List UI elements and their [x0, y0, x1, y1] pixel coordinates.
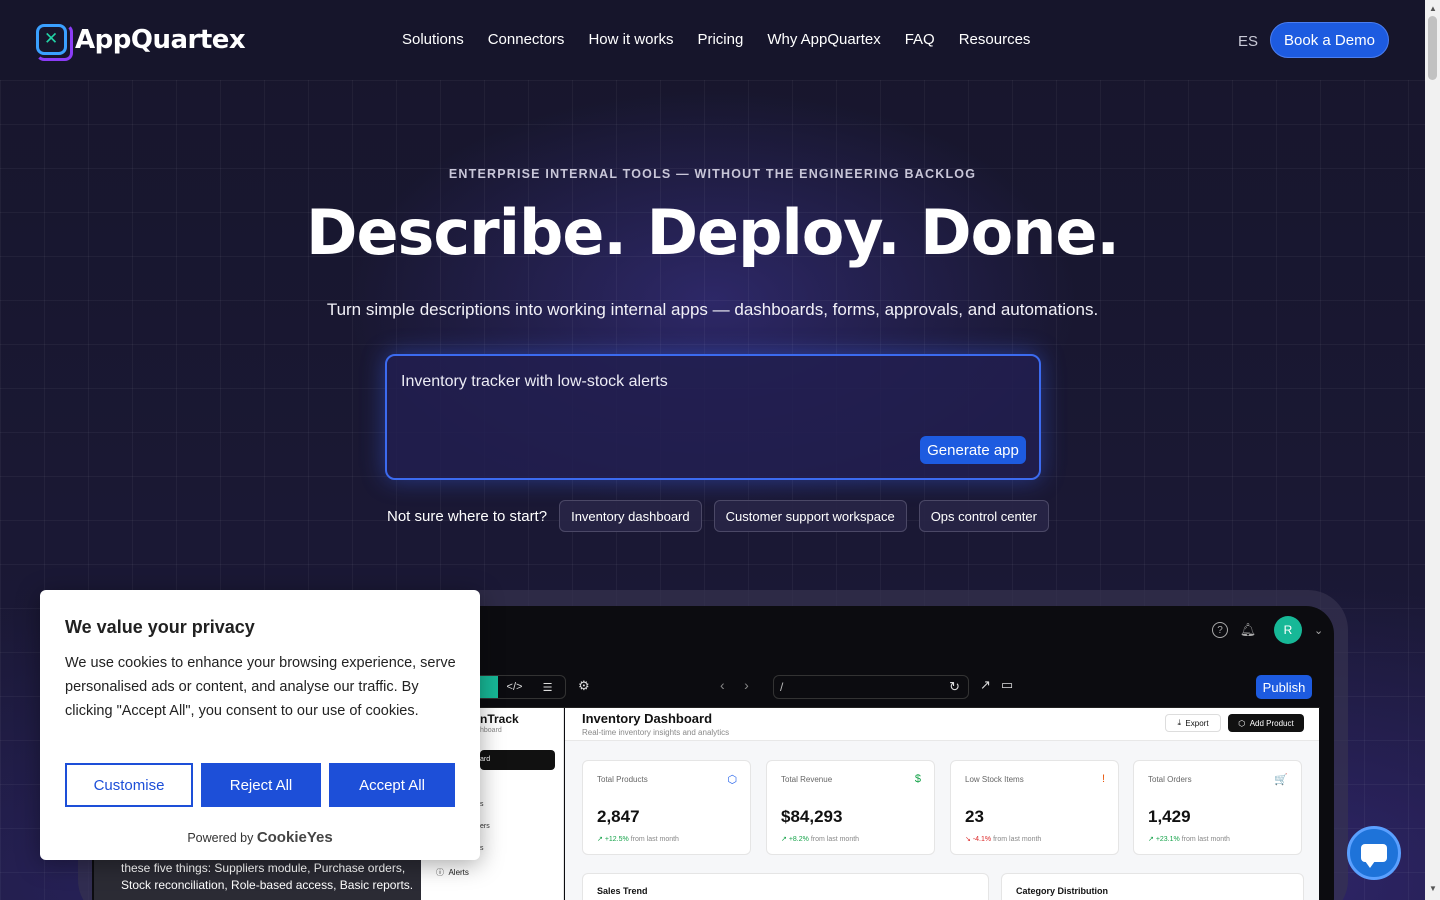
user-avatar[interactable]: R [1274, 616, 1302, 644]
reject-all-button[interactable]: Reject All [201, 763, 321, 807]
nav-link-pricing[interactable]: Pricing [697, 31, 743, 48]
publish-button[interactable]: Publish [1256, 675, 1312, 699]
stat-label: Total Orders [1148, 775, 1192, 784]
nav-link-solutions[interactable]: Solutions [402, 31, 464, 48]
code-icon[interactable]: </> [498, 681, 531, 693]
brand-logo[interactable]: ✕ AppQuartex [36, 24, 246, 61]
hero-headline: Describe. Deploy. Done. [306, 196, 1120, 269]
gear-icon[interactable]: ⚙ [578, 678, 590, 694]
category-distribution-panel: Category Distribution [1001, 873, 1304, 900]
prompt-text: Inventory tracker with low-stock alerts [401, 373, 668, 390]
nav-link-connectors[interactable]: Connectors [488, 31, 565, 48]
stat-value: $84,293 [781, 807, 843, 826]
logo-mark-icon: ✕ [36, 24, 73, 61]
refresh-icon[interactable]: ↻ [949, 679, 960, 695]
url-path: / [780, 680, 784, 694]
chip-ops-control[interactable]: Ops control center [918, 500, 1049, 532]
hero-subline: Turn simple descriptions into working in… [326, 300, 1099, 319]
customise-button[interactable]: Customise [65, 763, 193, 807]
stat-card[interactable]: Total Products ⬡ 2,847 ↗ +12.5% from las… [582, 760, 751, 855]
cookie-title: We value your privacy [65, 617, 255, 637]
stat-value: 23 [965, 807, 984, 826]
stat-delta: ↗ +23.1% from last month [1148, 836, 1230, 843]
panel-title: Sales Trend [597, 886, 648, 896]
nav-links: Solutions Connectors How it works Pricin… [402, 31, 1054, 48]
app-prompt-input[interactable]: Inventory tracker with low-stock alerts … [385, 354, 1041, 480]
book-demo-button[interactable]: Book a Demo [1270, 22, 1389, 58]
cookieyes-logo[interactable]: CookieYes [257, 829, 333, 846]
starters-label: Not sure where to start? [387, 507, 548, 525]
page-scrollbar[interactable]: ▲ ▼ [1425, 0, 1440, 900]
stat-value: 2,847 [597, 807, 640, 826]
top-navbar: ✕ AppQuartex Solutions Connectors How it… [0, 0, 1425, 80]
scroll-thumb[interactable] [1428, 16, 1437, 80]
dollar-icon: $ [914, 773, 921, 785]
add-product-button[interactable]: ⬡ Add Product [1228, 714, 1304, 732]
app-brand: nTrack [480, 712, 519, 726]
stat-delta: ↘ -4.1% from last month [965, 836, 1042, 843]
stat-delta: ↗ +8.2% from last month [781, 836, 860, 843]
builder-toolbar: </> ☰ ⚙ ‹ › / ↻ ↗▭ Publish [420, 668, 1320, 708]
url-bar[interactable]: / ↻ [773, 675, 969, 699]
cart-icon: 🛒 [1274, 774, 1288, 786]
box-icon: ⬡ [727, 774, 737, 786]
stat-card[interactable]: Total Revenue $ $84,293 ↗ +8.2% from las… [766, 760, 935, 855]
open-external-icons[interactable]: ↗▭ [980, 677, 1023, 693]
stat-label: Total Revenue [781, 775, 833, 784]
database-icon[interactable]: ☰ [531, 681, 564, 694]
stat-card[interactable]: Total Orders 🛒 1,429 ↗ +23.1% from last … [1133, 760, 1302, 855]
chat-icon [1361, 844, 1387, 868]
nav-link-why[interactable]: Why AppQuartex [767, 31, 880, 48]
sidebar-item-fragment[interactable]: ers [480, 823, 490, 830]
language-switch[interactable]: ES [1238, 33, 1258, 50]
bell-icon[interactable]: 🔔︎ [1240, 622, 1257, 638]
sidebar-item-fragment[interactable]: s [480, 845, 484, 852]
nav-link-resources[interactable]: Resources [959, 31, 1031, 48]
panel-title: Category Distribution [1016, 886, 1109, 896]
accept-all-button[interactable]: Accept All [329, 763, 455, 807]
dashboard-subtitle: Real-time inventory insights and analyti… [582, 728, 730, 737]
builder-chat-message: these five things: Suppliers module, Pur… [94, 860, 421, 900]
sidebar-item-dashboard[interactable]: ard [480, 750, 555, 770]
brand-name: AppQuartex [75, 24, 246, 55]
chip-inventory-dashboard[interactable]: Inventory dashboard [559, 500, 702, 532]
sidebar-item-fragment[interactable]: s [480, 801, 484, 808]
app-main: Inventory Dashboard Real-time inventory … [565, 708, 1319, 900]
starter-chips: Not sure where to start? Inventory dashb… [387, 500, 1061, 532]
sales-trend-panel: Sales Trend [582, 873, 989, 900]
help-icon[interactable]: ? [1212, 622, 1228, 638]
history-arrows[interactable]: ‹ › [720, 677, 749, 693]
chevron-down-icon[interactable]: ⌄ [1314, 624, 1323, 637]
chip-customer-support[interactable]: Customer support workspace [713, 500, 907, 532]
nav-link-how-it-works[interactable]: How it works [588, 31, 673, 48]
app-header: Inventory Dashboard Real-time inventory … [565, 708, 1319, 741]
hero-eyebrow: ENTERPRISE INTERNAL TOOLS — WITHOUT THE … [448, 167, 977, 181]
dashboard-title: Inventory Dashboard [582, 711, 713, 726]
powered-by: Powered by CookieYes [187, 829, 333, 846]
preview-topbar-icons: ? 🔔︎ R ⌄ [1212, 616, 1323, 644]
stat-value: 1,429 [1148, 807, 1191, 826]
generate-app-button[interactable]: Generate app [920, 436, 1026, 464]
cookie-consent-banner: We value your privacy We use cookies to … [40, 590, 480, 860]
export-button[interactable]: ⤓ Export [1165, 714, 1221, 732]
chat-launcher-button[interactable] [1347, 826, 1401, 880]
nav-link-faq[interactable]: FAQ [905, 31, 935, 48]
stat-label: Low Stock Items [965, 775, 1024, 784]
cookie-body: We use cookies to enhance your browsing … [65, 655, 456, 719]
scroll-down-arrow-icon[interactable]: ▼ [1429, 884, 1437, 893]
alert-icon: ! [1101, 773, 1105, 785]
sidebar-item-alerts[interactable]: ⓘ Alerts [436, 867, 469, 878]
stat-label: Total Products [597, 775, 648, 784]
stat-delta: ↗ +12.5% from last month [597, 836, 679, 843]
stat-card[interactable]: Low Stock Items ! 23 ↘ -4.1% from last m… [950, 760, 1119, 855]
app-brand-sub: hboard [480, 727, 502, 734]
scroll-up-arrow-icon[interactable]: ▲ [1429, 4, 1437, 13]
